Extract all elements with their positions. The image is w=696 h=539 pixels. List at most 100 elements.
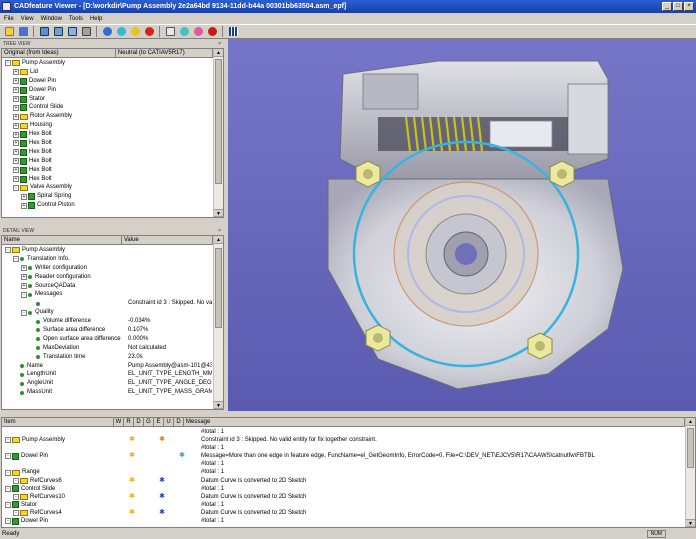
cube-pink-icon[interactable] — [192, 26, 204, 38]
expand-icon[interactable]: + — [13, 78, 19, 85]
log-row[interactable]: - Stator #total : 1 — [5, 501, 684, 509]
tree-item[interactable]: + Hex Bolt — [5, 157, 212, 166]
expand-icon[interactable]: + — [13, 149, 19, 156]
log-row[interactable]: - Range #total : 1 — [5, 468, 684, 476]
menu-window[interactable]: Window — [41, 16, 62, 22]
detail-row[interactable]: - Messages — [5, 290, 212, 299]
collapse-icon[interactable]: - — [21, 309, 27, 316]
collapse-icon[interactable]: - — [5, 485, 11, 492]
detail-row[interactable]: Translation time 23.0s — [5, 353, 212, 362]
stop-icon[interactable] — [206, 26, 218, 38]
tree-item[interactable]: + Hex Bolt — [5, 130, 212, 139]
detail-row[interactable]: MaxDeviation Not calculated — [5, 344, 212, 353]
log-col-e[interactable]: E — [154, 418, 164, 426]
tree-item[interactable]: + Control Piston — [5, 201, 212, 210]
tree-item[interactable]: + Control Slide — [5, 103, 212, 112]
scroll-down-icon[interactable]: ▼ — [214, 209, 223, 217]
grid-icon[interactable] — [227, 26, 239, 38]
log-row[interactable]: - RefCurves6 ✱ ✱ Datum Curve is converted to… — [5, 477, 684, 485]
collapse-icon[interactable]: - — [5, 60, 11, 67]
collapse-icon[interactable]: - — [5, 247, 11, 254]
minimize-button[interactable]: _ — [662, 2, 672, 11]
expand-icon[interactable]: + — [13, 96, 19, 102]
scroll-thumb[interactable] — [215, 59, 222, 184]
view-top-icon[interactable] — [38, 26, 50, 38]
detail-row[interactable]: - Translation Info. — [5, 255, 212, 264]
close-button[interactable]: × — [684, 2, 694, 11]
tree-item[interactable]: - Valve Assembly — [5, 183, 212, 192]
view-front-icon[interactable] — [52, 26, 64, 38]
detail-row[interactable]: Open surface area difference 0.000% — [5, 335, 212, 344]
log-row[interactable]: - Dowel Pin #total : 1 — [5, 517, 684, 525]
scroll-thumb[interactable] — [687, 428, 694, 468]
cube-outline-icon[interactable] — [164, 26, 176, 38]
model-viewport[interactable] — [228, 39, 696, 411]
log-row[interactable]: #total : 1 — [5, 460, 684, 468]
scroll-up-icon[interactable]: ▲ — [686, 418, 695, 426]
tree-item[interactable]: + Stator — [5, 95, 212, 104]
menu-view[interactable]: View — [21, 16, 34, 22]
collapse-icon[interactable]: - — [13, 493, 19, 500]
tree-item[interactable]: + Hex Bolt — [5, 175, 212, 184]
menu-tools[interactable]: Tools — [69, 16, 83, 22]
tree-item[interactable]: + Hex Bolt — [5, 148, 212, 157]
log-col-message[interactable]: Message — [184, 418, 685, 426]
detail-row[interactable]: - Pump Assembly — [5, 246, 212, 255]
tree-col-original[interactable]: Original (from Ideas) — [2, 49, 116, 57]
expand-icon[interactable]: + — [13, 87, 19, 94]
tree-item[interactable]: + Hex Bolt — [5, 139, 212, 148]
expand-icon[interactable]: + — [13, 69, 19, 76]
log-row[interactable]: #total : 1 — [5, 444, 684, 452]
collapse-icon[interactable]: - — [5, 437, 11, 444]
expand-icon[interactable]: + — [13, 158, 19, 165]
collapse-icon[interactable]: - — [21, 291, 27, 298]
log-col-g[interactable]: G — [144, 418, 154, 426]
detail-row[interactable]: LengthUnit EL_UNIT_TYPE_LENGTH_MM — [5, 370, 212, 379]
detail-row[interactable]: + Reader configuration — [5, 273, 212, 282]
detail-row[interactable]: + Writer configuration — [5, 264, 212, 273]
detail-row[interactable]: - Quality — [5, 308, 212, 317]
log-row[interactable]: - RefCurves10 ✱ ✱ Datum Curve is converted t… — [5, 493, 684, 501]
collapse-icon[interactable]: - — [13, 184, 19, 191]
cube-cyan2-icon[interactable] — [178, 26, 190, 38]
log-row[interactable]: #total : 1 — [5, 428, 684, 436]
menu-file[interactable]: File — [4, 16, 14, 22]
log-row[interactable]: - RefCurves4 ✱ ✱ Datum Curve is converted to… — [5, 509, 684, 517]
tree-item[interactable]: + Rotor Assembly — [5, 112, 212, 121]
tree-item[interactable]: + Dowel Pin — [5, 86, 212, 95]
tree-item[interactable]: + Housing — [5, 121, 212, 130]
expand-icon[interactable]: + — [13, 122, 19, 129]
expand-icon[interactable]: + — [21, 202, 27, 209]
log-row[interactable]: - Dowel Pin ✱ ✱ Message=More than one edge i… — [5, 452, 684, 460]
expand-icon[interactable]: + — [13, 176, 19, 183]
log-row[interactable]: - Control Slide #total : 1 — [5, 485, 684, 493]
log-col-r[interactable]: R — [124, 418, 134, 426]
log-col-item[interactable]: Item — [2, 418, 114, 426]
expand-icon[interactable]: + — [21, 283, 27, 290]
log-col-u[interactable]: U — [164, 418, 174, 426]
tree-col-neutral[interactable]: Neutral (to CATIAV5R17) — [116, 49, 213, 57]
tree-item[interactable]: - Pump Assembly — [5, 59, 212, 68]
collapse-icon[interactable]: - — [5, 469, 11, 476]
close-icon[interactable]: × — [218, 40, 221, 48]
detail-row[interactable]: MassUnit EL_UNIT_TYPE_MASS_GRAM — [5, 388, 212, 397]
maximize-button[interactable]: □ — [673, 2, 683, 11]
detail-row[interactable]: + SourceQAData — [5, 282, 212, 291]
detail-row[interactable]: Constraint id 3 : Skipped. No valid — [5, 299, 212, 308]
detail-row[interactable]: Surface area difference 0.107% — [5, 326, 212, 335]
expand-icon[interactable]: + — [13, 131, 19, 138]
open-icon[interactable] — [3, 26, 15, 38]
expand-icon[interactable]: + — [13, 140, 19, 147]
log-col-d2[interactable]: D — [174, 418, 184, 426]
scroll-down-icon[interactable]: ▼ — [686, 519, 695, 527]
scroll-up-icon[interactable]: ▲ — [214, 236, 223, 244]
expand-icon[interactable]: + — [21, 193, 27, 200]
scroll-thumb[interactable] — [215, 248, 222, 328]
save-icon[interactable] — [17, 26, 29, 38]
expand-icon[interactable]: + — [13, 113, 19, 120]
collapse-icon[interactable]: - — [5, 518, 11, 525]
tree-scrollbar[interactable]: ▲ ▼ — [213, 49, 223, 217]
cube-blue-icon[interactable] — [101, 26, 113, 38]
collapse-icon[interactable]: - — [13, 256, 19, 263]
menu-help[interactable]: Help — [90, 16, 102, 22]
